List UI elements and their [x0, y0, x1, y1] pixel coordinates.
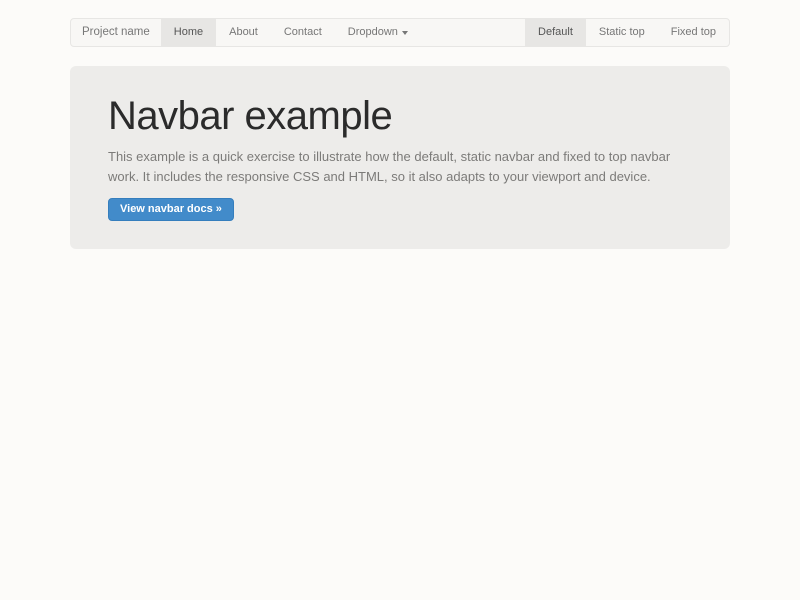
- nav-item-dropdown-label: Dropdown: [348, 19, 398, 46]
- jumbotron: Navbar example This example is a quick e…: [70, 66, 730, 249]
- page-container: Project name Home About Contact Dropdown…: [70, 18, 730, 249]
- nav-item-contact[interactable]: Contact: [271, 19, 335, 46]
- nav-item-static-top[interactable]: Static top: [586, 19, 658, 46]
- nav-item-dropdown[interactable]: Dropdown: [335, 19, 421, 46]
- nav-item-default[interactable]: Default: [525, 19, 586, 46]
- nav-item-home[interactable]: Home: [161, 19, 216, 46]
- navbar: Project name Home About Contact Dropdown…: [70, 18, 730, 47]
- nav-item-about[interactable]: About: [216, 19, 271, 46]
- navbar-right-nav: Default Static top Fixed top: [525, 19, 729, 46]
- view-navbar-docs-button[interactable]: View navbar docs »: [108, 198, 234, 221]
- jumbotron-description: This example is a quick exercise to illu…: [108, 147, 680, 187]
- caret-down-icon: [402, 31, 408, 35]
- nav-item-fixed-top[interactable]: Fixed top: [658, 19, 729, 46]
- page-title: Navbar example: [108, 95, 692, 138]
- navbar-left-nav: Home About Contact Dropdown: [161, 19, 421, 46]
- navbar-brand[interactable]: Project name: [71, 19, 161, 46]
